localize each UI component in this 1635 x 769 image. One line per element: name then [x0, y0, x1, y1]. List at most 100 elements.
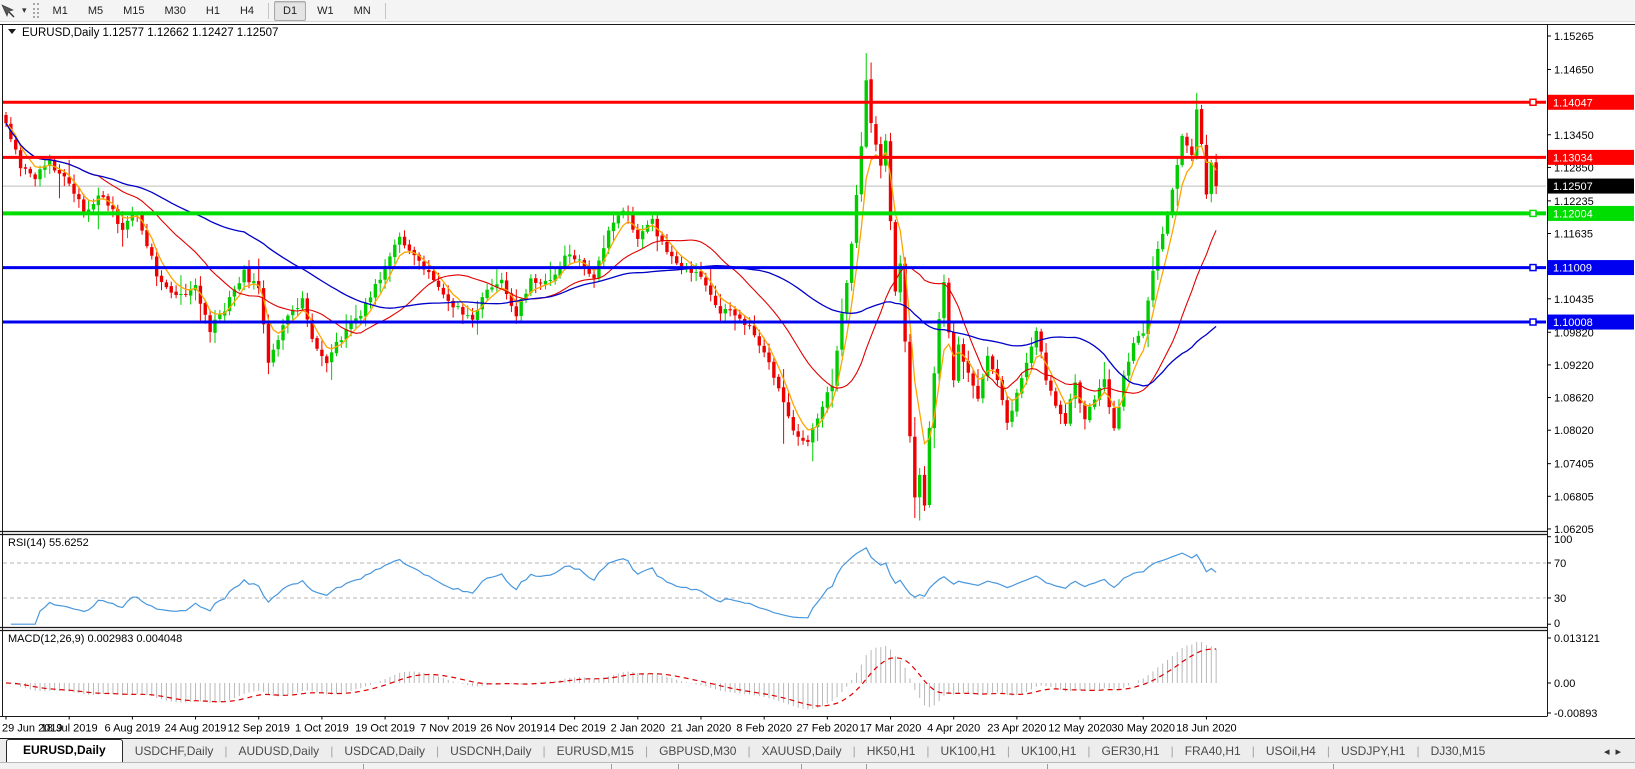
macd-axis-label: 0.00	[1554, 678, 1575, 690]
toolbar-divider	[384, 2, 386, 19]
rsi-axis-label: 0	[1554, 618, 1560, 630]
x-axis-date-label: 30 May 2020	[1111, 723, 1175, 735]
chart-tab-usdcnh-daily[interactable]: USDCNH,Daily	[440, 741, 541, 762]
y-axis-tick-label: 1.14650	[1554, 64, 1594, 76]
x-axis-date-label: 18 Jun 2020	[1176, 723, 1237, 735]
x-axis-date-label: 12 May 2020	[1048, 723, 1112, 735]
x-axis-date-label: 14 Dec 2019	[543, 723, 605, 735]
chart-tab-dj30-m15[interactable]: DJ30,M15	[1421, 741, 1496, 762]
y-axis-tick-label: 1.06805	[1554, 491, 1594, 503]
chart-tab-usdchf-daily[interactable]: USDCHF,Daily	[125, 741, 224, 762]
price-axis-label: 1.14047	[1548, 94, 1634, 110]
line-handle[interactable]	[1529, 98, 1537, 107]
chart-tab-audusd-daily[interactable]: AUDUSD,Daily	[229, 741, 330, 762]
timeframe-button-w1[interactable]: W1	[308, 1, 343, 21]
macd-axis-label: -0.00893	[1554, 708, 1597, 720]
timeframe-button-h1[interactable]: H1	[197, 1, 229, 21]
status-strip-separator	[1333, 764, 1334, 769]
x-axis-date-label: 12 Sep 2019	[228, 723, 290, 735]
chart-tab-eurusd-daily[interactable]: EURUSD,Daily	[6, 739, 123, 762]
toolbar-grip-handle[interactable]	[32, 3, 39, 18]
chart-tab-hk50-h1[interactable]: HK50,H1	[857, 741, 926, 762]
chart-tab-uk100-h1[interactable]: UK100,H1	[1011, 741, 1086, 762]
status-strip-separator	[866, 764, 867, 769]
chart-tabs: EURUSD,Daily USDCHF,Daily | AUDUSD,Daily | US…	[0, 739, 1495, 762]
tab-scroll-right-icon[interactable]: ▸	[1615, 746, 1627, 758]
svg-text:1.13034: 1.13034	[1553, 152, 1593, 164]
x-axis-date-label: 1 Oct 2019	[295, 723, 349, 735]
status-strip-separator	[801, 764, 802, 769]
chart-tab-xauusd-daily[interactable]: XAUUSD,Daily	[752, 741, 852, 762]
price-axis-label: 1.12507	[1548, 178, 1634, 194]
chart-tab-usdjpy-h1[interactable]: USDJPY,H1	[1331, 741, 1415, 762]
status-strip	[0, 762, 1635, 769]
svg-text:1.11009: 1.11009	[1553, 263, 1592, 275]
status-strip-separator	[678, 764, 679, 769]
tab-scroll-arrows[interactable]: ◂▸	[1604, 745, 1627, 758]
status-strip-separator	[1047, 764, 1048, 769]
timeframe-button-m5[interactable]: M5	[79, 1, 112, 21]
y-axis-tick-label: 1.11635	[1554, 229, 1593, 241]
chart-tab-bar: EURUSD,Daily USDCHF,Daily | AUDUSD,Daily | US…	[0, 738, 1635, 762]
rsi-axis-label: 100	[1554, 534, 1572, 546]
x-axis-date-label: 21 Jan 2020	[671, 723, 732, 735]
chart-tab-fra40-h1[interactable]: FRA40,H1	[1175, 741, 1251, 762]
chart-tab-gbpusd-m30[interactable]: GBPUSD,M30	[649, 741, 746, 762]
timeframe-button-m15[interactable]: M15	[114, 1, 153, 21]
x-axis-date-label: 18 Jul 2019	[41, 723, 98, 735]
timeframe-buttons: M1 M5 M15 M30 H1 H4 D1 W1 MN	[43, 0, 390, 21]
y-axis-tick-label: 1.09220	[1554, 360, 1594, 372]
chart-tab-usoil-h4[interactable]: USOil,H4	[1256, 741, 1326, 762]
x-axis-date-label: 17 Mar 2020	[860, 723, 922, 735]
timeframe-button-d1[interactable]: D1	[274, 0, 307, 21]
price-axis-label: 1.12004	[1548, 205, 1634, 221]
line-handle[interactable]	[1529, 209, 1537, 218]
rsi-label: RSI(14) 55.6252	[8, 537, 89, 549]
x-axis-date-label: 26 Nov 2019	[480, 723, 542, 735]
status-strip-separator	[611, 764, 612, 769]
chart-title: EURUSD,Daily 1.12577 1.12662 1.12427 1.1…	[8, 27, 278, 39]
chart-tab-ger30-h1[interactable]: GER30,H1	[1092, 741, 1170, 762]
chart-tab-uk100-h1[interactable]: UK100,H1	[931, 741, 1006, 762]
chevron-down-icon[interactable]: ▾	[18, 5, 31, 16]
crosshair-tool-button[interactable]	[0, 3, 18, 19]
line-handle[interactable]	[1529, 263, 1537, 272]
timeframe-button-mn[interactable]: MN	[345, 1, 380, 21]
rsi-axis-label: 30	[1554, 593, 1566, 605]
status-strip-separator	[363, 764, 364, 769]
y-axis-tick-label: 1.08020	[1554, 425, 1594, 437]
x-axis-date-label: 6 Aug 2019	[105, 723, 161, 735]
timeframe-button-m1[interactable]: M1	[44, 1, 77, 21]
x-axis-date-label: 27 Feb 2020	[796, 723, 858, 735]
price-axis-label: 1.13034	[1548, 149, 1634, 165]
y-axis-tick-label: 1.07405	[1554, 459, 1594, 471]
trading-platform-window: ▾ M1 M5 M15 M30 H1 H4 D1 W1 MN 1.15265 1.14650 1.1…	[0, 0, 1635, 769]
x-axis-date-label: 4 Apr 2020	[927, 723, 980, 735]
macd-label: MACD(12,26,9) 0.002983 0.004048	[8, 633, 182, 645]
timeframe-toolbar: ▾ M1 M5 M15 M30 H1 H4 D1 W1 MN	[0, 0, 1635, 22]
y-axis-tick-label: 1.13450	[1554, 130, 1594, 142]
chart-tab-usdcad-daily[interactable]: USDCAD,Daily	[334, 741, 435, 762]
price-axis-label: 1.11009	[1548, 260, 1634, 276]
timeframe-button-m30[interactable]: M30	[156, 1, 195, 21]
price-chart-svg[interactable]: 1.152651.146501.134501.128501.122351.116…	[0, 22, 1635, 738]
symbol-ohlc-title: EURUSD,Daily 1.12577 1.12662 1.12427 1.1…	[22, 27, 278, 39]
y-axis-tick-label: 1.08620	[1554, 393, 1594, 405]
svg-text:1.10008: 1.10008	[1553, 317, 1593, 329]
toolbar-divider	[268, 2, 270, 19]
x-axis-date-label: 19 Oct 2019	[355, 723, 415, 735]
timeframe-button-h4[interactable]: H4	[231, 1, 263, 21]
y-axis-tick-label: 1.15265	[1554, 31, 1594, 43]
line-handle[interactable]	[1529, 318, 1537, 326]
svg-text:1.12507: 1.12507	[1553, 181, 1593, 193]
x-axis-date-label: 7 Nov 2019	[420, 723, 476, 735]
x-axis-date-label: 24 Aug 2019	[165, 723, 227, 735]
rsi-axis-label: 70	[1554, 558, 1566, 570]
x-axis-date-label: 23 Apr 2020	[987, 723, 1046, 735]
tab-scroll-left-icon[interactable]: ◂	[1604, 746, 1616, 758]
svg-text:1.14047: 1.14047	[1553, 97, 1593, 109]
x-axis-date-label: 2 Jan 2020	[611, 723, 665, 735]
chart-tab-eurusd-m15[interactable]: EURUSD,M15	[547, 741, 644, 762]
y-axis-tick-label: 1.10435	[1554, 294, 1594, 306]
price-axis-label: 1.10008	[1548, 314, 1634, 330]
